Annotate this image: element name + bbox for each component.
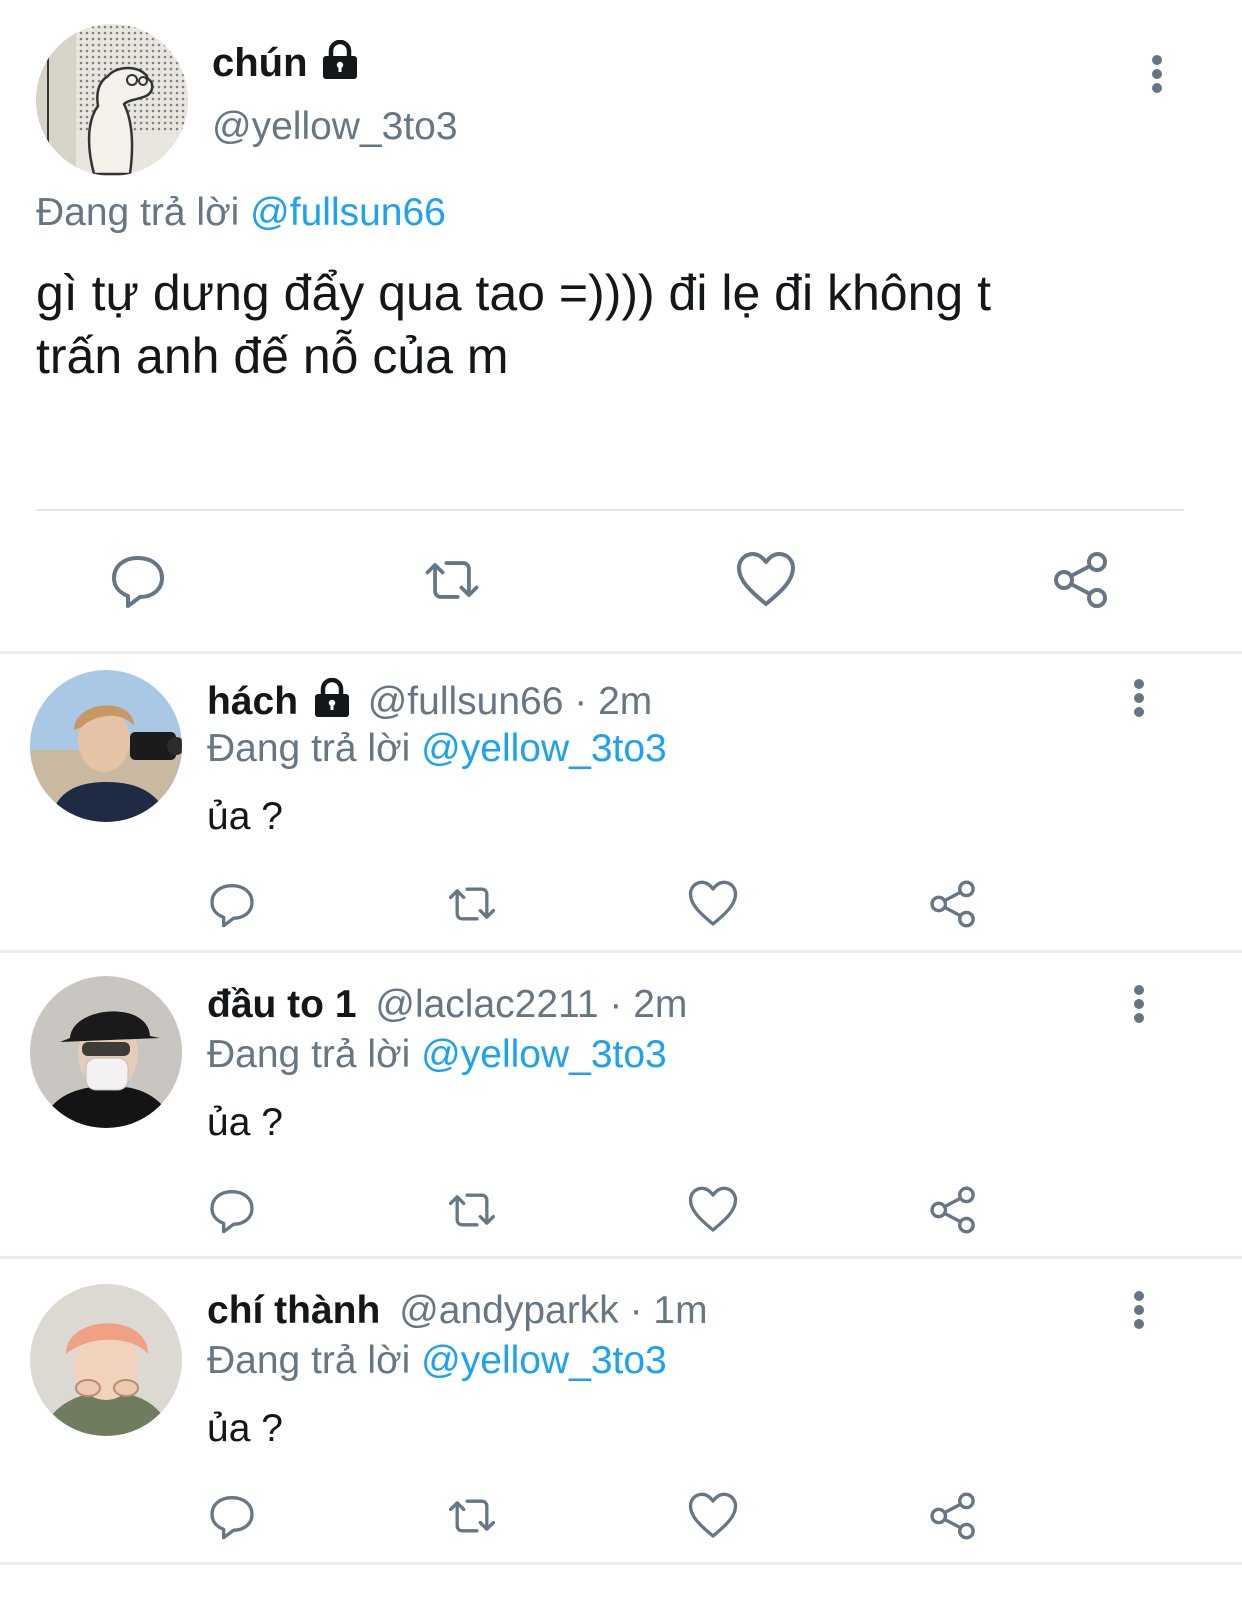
- display-name[interactable]: chún: [212, 40, 308, 86]
- share-icon[interactable]: [921, 1178, 985, 1242]
- replying-prefix: Đang trả lời: [207, 1339, 411, 1382]
- reply-3-text: ủa ?: [207, 1407, 283, 1450]
- heart-icon[interactable]: [734, 548, 798, 612]
- avatar-reply-3[interactable]: [30, 1284, 182, 1436]
- reply-icon[interactable]: [106, 548, 170, 612]
- reply-2-replying-to: Đang trả lời @yellow_3to3: [207, 1032, 667, 1078]
- share-icon[interactable]: [921, 1484, 985, 1548]
- retweet-icon[interactable]: [440, 872, 504, 936]
- more-vertical-icon[interactable]: [1137, 44, 1177, 104]
- reply-1-handle[interactable]: @fullsun66: [368, 680, 564, 723]
- replying-to-link[interactable]: @yellow_3to3: [421, 1033, 667, 1076]
- share-icon[interactable]: [1049, 548, 1113, 612]
- reply-3-handle[interactable]: @andyparkk: [399, 1289, 619, 1332]
- tweet-text: gì tự dưng đẩy qua tao =)))) đi lẹ đi kh…: [36, 262, 991, 388]
- replying-to-link[interactable]: @fullsun66: [250, 191, 446, 234]
- divider: [0, 1256, 1242, 1259]
- reply-1-header: hách @fullsun66 · 2m: [207, 678, 652, 725]
- reply-2-time[interactable]: · 2m: [609, 983, 687, 1026]
- retweet-icon[interactable]: [440, 1484, 504, 1548]
- share-icon[interactable]: [921, 872, 985, 936]
- reply-1-replying-to: Đang trả lời @yellow_3to3: [207, 726, 667, 772]
- reply-icon[interactable]: [200, 1484, 264, 1548]
- handle[interactable]: @yellow_3to3: [212, 104, 458, 150]
- retweet-icon[interactable]: [420, 548, 484, 612]
- replying-prefix: Đang trả lời: [207, 1033, 411, 1076]
- reply-1-display-name[interactable]: hách: [207, 680, 298, 723]
- lock-icon: [313, 678, 351, 718]
- lock-icon: [321, 40, 359, 80]
- reply-3-display-name[interactable]: chí thành: [207, 1289, 380, 1332]
- more-vertical-icon[interactable]: [1119, 974, 1159, 1034]
- replying-prefix: Đang trả lời: [36, 191, 240, 234]
- replying-to: Đang trả lời @fullsun66: [36, 190, 446, 236]
- reply-1-text: ủa ?: [207, 795, 283, 838]
- reply-icon[interactable]: [200, 1178, 264, 1242]
- more-vertical-icon[interactable]: [1119, 1280, 1159, 1340]
- avatar-reply-2[interactable]: [30, 976, 182, 1128]
- heart-icon[interactable]: [681, 1178, 745, 1242]
- heart-icon[interactable]: [681, 872, 745, 936]
- retweet-icon[interactable]: [440, 1178, 504, 1242]
- reply-3-replying-to: Đang trả lời @yellow_3to3: [207, 1338, 667, 1384]
- reply-2-handle[interactable]: @laclac2211: [375, 983, 598, 1026]
- replying-prefix: Đang trả lời: [207, 727, 411, 770]
- divider: [0, 950, 1242, 953]
- more-vertical-icon[interactable]: [1119, 668, 1159, 728]
- heart-icon[interactable]: [681, 1484, 745, 1548]
- divider: [0, 651, 1242, 654]
- reply-3-header: chí thành @andyparkk · 1m: [207, 1288, 708, 1334]
- replying-to-link[interactable]: @yellow_3to3: [421, 727, 667, 770]
- reply-2-display-name[interactable]: đầu to 1: [207, 983, 357, 1026]
- reply-1-time[interactable]: · 2m: [574, 680, 652, 723]
- avatar-main[interactable]: [36, 24, 188, 176]
- reply-2-text: ủa ?: [207, 1101, 283, 1144]
- tweet-text-line2: trấn anh đế nỗ của m: [36, 328, 509, 384]
- tweet-text-line1: gì tự dưng đẩy qua tao =)))) đi lẹ đi kh…: [36, 265, 991, 321]
- avatar-reply-1[interactable]: [30, 670, 182, 822]
- reply-3-time[interactable]: · 1m: [630, 1289, 708, 1332]
- reply-icon[interactable]: [200, 872, 264, 936]
- separator: [36, 509, 1184, 511]
- divider: [0, 1562, 1242, 1565]
- reply-2-header: đầu to 1 @laclac2211 · 2m: [207, 982, 687, 1028]
- replying-to-link[interactable]: @yellow_3to3: [421, 1339, 667, 1382]
